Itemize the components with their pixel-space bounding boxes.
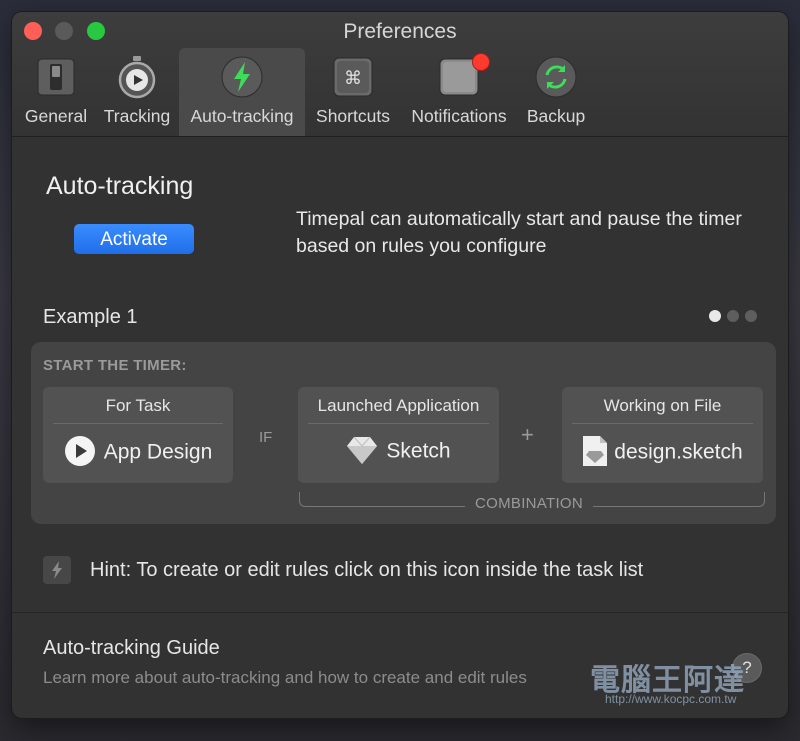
tab-tracking[interactable]: Tracking	[98, 48, 176, 136]
window-title: Preferences	[343, 20, 457, 43]
file-name: design.sketch	[614, 440, 743, 464]
document-icon	[583, 436, 608, 466]
rule-heading: START THE TIMER:	[43, 357, 187, 374]
page-indicator	[709, 309, 763, 327]
sync-icon	[535, 56, 577, 98]
application-condition-header: Launched Application	[308, 395, 489, 424]
rule-example-panel: START THE TIMER: For Task App Design IF …	[31, 342, 776, 524]
watermark-url: http://www.kocpc.com.tw	[605, 692, 737, 706]
example-title: Example 1	[43, 306, 138, 328]
hint-lightning-icon	[43, 556, 71, 584]
activate-button[interactable]: Activate	[74, 224, 194, 254]
page-dot-2[interactable]	[727, 310, 739, 322]
tab-tracking-label: Tracking	[103, 106, 171, 126]
tab-backup-label: Backup	[526, 106, 586, 126]
notification-badge	[472, 53, 490, 71]
play-icon	[64, 436, 95, 466]
application-name: Sketch	[386, 439, 451, 463]
tab-notifications-label: Notifications	[411, 106, 507, 126]
hint-text: Hint: To create or edit rules click on t…	[90, 559, 644, 581]
sketch-diamond-icon	[347, 436, 378, 464]
tab-auto-tracking[interactable]: Auto-tracking	[179, 48, 305, 136]
stopwatch-icon	[118, 56, 156, 99]
task-condition-value: App Design	[43, 436, 233, 469]
tab-shortcuts-label: Shortcuts	[316, 106, 390, 126]
tab-general[interactable]: General	[18, 48, 94, 136]
tab-general-label: General	[24, 106, 88, 126]
combination-label: COMBINATION	[465, 495, 594, 512]
tab-backup[interactable]: Backup	[518, 48, 594, 136]
guide-link[interactable]: Learn more about auto-tracking and how t…	[43, 668, 527, 688]
command-key-icon: ⌘	[333, 57, 373, 97]
file-condition-value: design.sketch	[562, 436, 763, 469]
page-title: Auto-tracking	[46, 172, 194, 200]
plus-sign: +	[521, 422, 534, 447]
application-condition-value: Sketch	[298, 436, 499, 467]
task-condition-header: For Task	[53, 395, 223, 424]
lightning-icon	[221, 56, 263, 98]
description-text: Timepal can automatically start and paus…	[296, 208, 742, 257]
application-condition-card: Launched Application Sketch	[298, 387, 499, 483]
task-name: App Design	[103, 440, 213, 464]
tab-notifications[interactable]: Notifications	[404, 48, 514, 136]
page-dot-1[interactable]	[709, 310, 721, 322]
divider	[12, 612, 788, 613]
page-dot-3[interactable]	[745, 310, 757, 322]
toolbar: Preferences General Tracking Auto-tracki…	[12, 12, 788, 137]
guide-title: Auto-tracking Guide	[43, 637, 220, 659]
tab-shortcuts[interactable]: ⌘ Shortcuts	[308, 48, 398, 136]
file-condition-card: Working on File design.sketch	[562, 387, 763, 483]
switch-icon	[37, 58, 75, 96]
tab-auto-tracking-label: Auto-tracking	[190, 106, 294, 126]
svg-text:⌘: ⌘	[344, 68, 362, 89]
file-condition-header: Working on File	[572, 395, 753, 424]
if-label: IF	[259, 429, 273, 446]
task-condition-card: For Task App Design	[43, 387, 233, 483]
preferences-window: Preferences General Tracking Auto-tracki…	[12, 12, 788, 718]
